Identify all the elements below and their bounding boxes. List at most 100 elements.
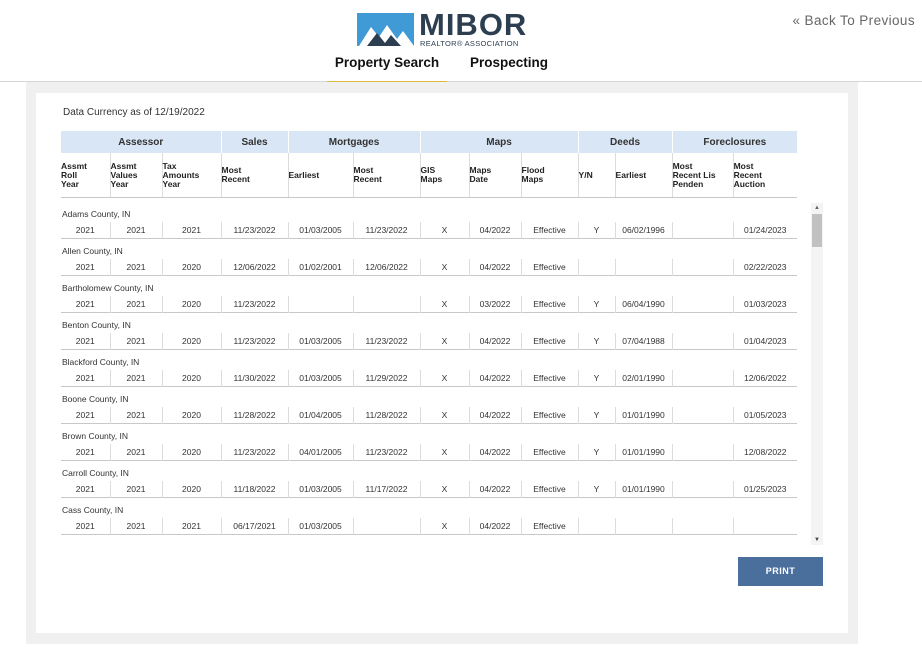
table-cell: 06/17/2021 bbox=[220, 518, 288, 535]
table-cell bbox=[671, 259, 733, 276]
table-row[interactable]: 2021 2021 2021 06/17/2021 01/03/2005 X 04/2022… bbox=[61, 518, 797, 535]
table-cell: 2021 bbox=[75, 484, 95, 494]
table-cell bbox=[671, 518, 733, 535]
table-cell: X bbox=[419, 222, 469, 239]
table-cell: 11/23/2022 bbox=[352, 222, 420, 239]
scroll-thumb[interactable] bbox=[812, 214, 822, 247]
table-cell: 11/17/2022 bbox=[352, 481, 420, 498]
table-cell: 11/29/2022 bbox=[352, 370, 420, 387]
table-cell: Effective bbox=[520, 222, 578, 239]
table-cell: 11/30/2022 bbox=[220, 370, 288, 387]
table-cell: 2021 bbox=[109, 222, 162, 239]
column-header-line: Year bbox=[110, 178, 129, 189]
table-cell: 12/06/2022 bbox=[732, 370, 797, 387]
mibor-logo[interactable]: MIBOR REALTOR® ASSOCIATION bbox=[357, 7, 529, 49]
tab-prospecting[interactable]: Prospecting bbox=[470, 55, 548, 70]
mountain-logo-icon bbox=[357, 13, 414, 46]
column-header-line: Y/N bbox=[578, 169, 593, 180]
table-cell: 01/02/2001 bbox=[287, 259, 353, 276]
table-cell: Effective bbox=[520, 481, 578, 498]
group-foreclosures: Foreclosures bbox=[671, 131, 798, 153]
county-data-table: 2021 2021 2021 11/23/2022 01/03/2005 11/23/20… bbox=[61, 222, 797, 239]
table-cell bbox=[671, 481, 733, 498]
table-row[interactable]: 2021 2021 2020 11/18/2022 01/03/2005 11/17/20… bbox=[61, 481, 797, 498]
scroll-down-arrow-icon[interactable]: ▼ bbox=[811, 535, 823, 545]
tab-property-search[interactable]: Property Search bbox=[327, 55, 447, 84]
table-cell: 2021 bbox=[109, 444, 162, 461]
table-cell bbox=[671, 444, 733, 461]
county-name: Adams County, IN bbox=[62, 209, 131, 219]
county-rows[interactable]: Adams County, IN 2021 2021 2021 11/23/2022 01… bbox=[61, 202, 797, 542]
table-row[interactable]: 2021 2021 2020 12/06/2022 01/02/2001 12/06/20… bbox=[61, 259, 797, 276]
table-cell bbox=[671, 370, 733, 387]
column-header-line: Earliest bbox=[288, 169, 320, 180]
print-button[interactable]: PRINT bbox=[738, 557, 823, 586]
table-cell: 01/25/2023 bbox=[732, 481, 797, 498]
table-cell: 12/08/2022 bbox=[732, 444, 797, 461]
table-cell: 2021 bbox=[75, 225, 95, 235]
table-cell: 2021 bbox=[109, 296, 162, 313]
table-cell: X bbox=[419, 407, 469, 424]
table-cell: X bbox=[419, 518, 469, 535]
data-currency-table-header: Assessor Sales Mortgages Maps Deeds Fore… bbox=[61, 131, 798, 198]
table-row[interactable]: 2021 2021 2020 11/23/2022 01/03/2005 11/23/20… bbox=[61, 333, 797, 350]
group-assessor: Assessor bbox=[61, 131, 222, 153]
table-cell: 2021 bbox=[109, 518, 162, 535]
column-header-row: Assmt Roll Year Assmt Values Year Tax Amounts Ye… bbox=[61, 153, 798, 198]
table-row[interactable]: 2021 2021 2020 11/28/2022 01/04/2005 11/28/20… bbox=[61, 407, 797, 424]
table-cell: Effective bbox=[520, 407, 578, 424]
table-cell: Effective bbox=[520, 259, 578, 276]
table-cell: Effective bbox=[520, 518, 578, 535]
table-scrollbar[interactable]: ▲ ▼ bbox=[811, 203, 823, 545]
table-cell: 12/06/2022 bbox=[220, 259, 288, 276]
logo-wordmark: MIBOR bbox=[419, 7, 528, 42]
county-data-table: 2021 2021 2020 11/28/2022 01/04/2005 11/28/20… bbox=[61, 407, 797, 424]
table-cell: 11/23/2022 bbox=[220, 444, 288, 461]
column-header-line: Date bbox=[469, 174, 488, 184]
group-deeds: Deeds bbox=[577, 131, 673, 153]
table-cell: 07/04/1988 bbox=[614, 333, 672, 350]
table-cell: X bbox=[419, 333, 469, 350]
table-cell: X bbox=[419, 259, 469, 276]
table-row[interactable]: 2021 2021 2020 11/23/2022 X 03/2022 Effective Y… bbox=[61, 296, 797, 313]
table-cell: 04/2022 bbox=[468, 333, 521, 350]
county-data-table: 2021 2021 2020 12/06/2022 01/02/2001 12/06/20… bbox=[61, 259, 797, 276]
table-cell: 2021 bbox=[161, 222, 221, 239]
table-cell: Y bbox=[577, 222, 615, 239]
county-name: Clark County, IN bbox=[61, 535, 797, 542]
table-cell: 01/03/2023 bbox=[732, 296, 797, 313]
table-cell: 04/2022 bbox=[468, 222, 521, 239]
table-cell: 2021 bbox=[109, 407, 162, 424]
table-row[interactable]: 2021 2021 2020 11/30/2022 01/03/2005 11/29/20… bbox=[61, 370, 797, 387]
table-row[interactable]: 2021 2021 2020 11/23/2022 04/01/2005 11/23/20… bbox=[61, 444, 797, 461]
table-cell bbox=[614, 518, 672, 535]
county-data-table: 2021 2021 2020 11/23/2022 04/01/2005 11/23/20… bbox=[61, 444, 797, 461]
back-to-previous-link[interactable]: « Back To Previous bbox=[792, 13, 915, 28]
table-cell: 06/02/1996 bbox=[614, 222, 672, 239]
column-header-maps-date: Maps Date bbox=[468, 153, 522, 198]
table-cell bbox=[287, 296, 353, 313]
table-cell: Y bbox=[577, 444, 615, 461]
table-cell: X bbox=[419, 370, 469, 387]
table-cell: 02/01/1990 bbox=[614, 370, 672, 387]
table-cell bbox=[671, 407, 733, 424]
table-cell: 01/01/1990 bbox=[614, 481, 672, 498]
table-cell: 11/23/2022 bbox=[220, 222, 288, 239]
column-header-line: Maps bbox=[521, 174, 544, 184]
column-header-assmt-roll-year: Assmt Roll Year bbox=[61, 153, 110, 198]
table-cell: 11/23/2022 bbox=[352, 333, 420, 350]
table-cell: 2020 bbox=[161, 296, 221, 313]
table-cell: X bbox=[419, 481, 469, 498]
scroll-up-arrow-icon[interactable]: ▲ bbox=[811, 203, 823, 213]
county-name: Bartholomew County, IN bbox=[62, 283, 154, 293]
column-header-most-recent-lis-penden: Most Recent Lis Penden bbox=[671, 153, 734, 198]
table-cell: 04/2022 bbox=[468, 370, 521, 387]
table-cell bbox=[577, 518, 615, 535]
table-cell bbox=[671, 222, 733, 239]
table-cell: 2021 bbox=[109, 333, 162, 350]
table-cell: 11/28/2022 bbox=[220, 407, 288, 424]
table-row[interactable]: 2021 2021 2021 11/23/2022 01/03/2005 11/23/20… bbox=[61, 222, 797, 239]
table-cell: Y bbox=[577, 481, 615, 498]
column-header-line: Recent bbox=[353, 174, 382, 184]
county-data-table: 2021 2021 2020 11/18/2022 01/03/2005 11/17/20… bbox=[61, 481, 797, 498]
